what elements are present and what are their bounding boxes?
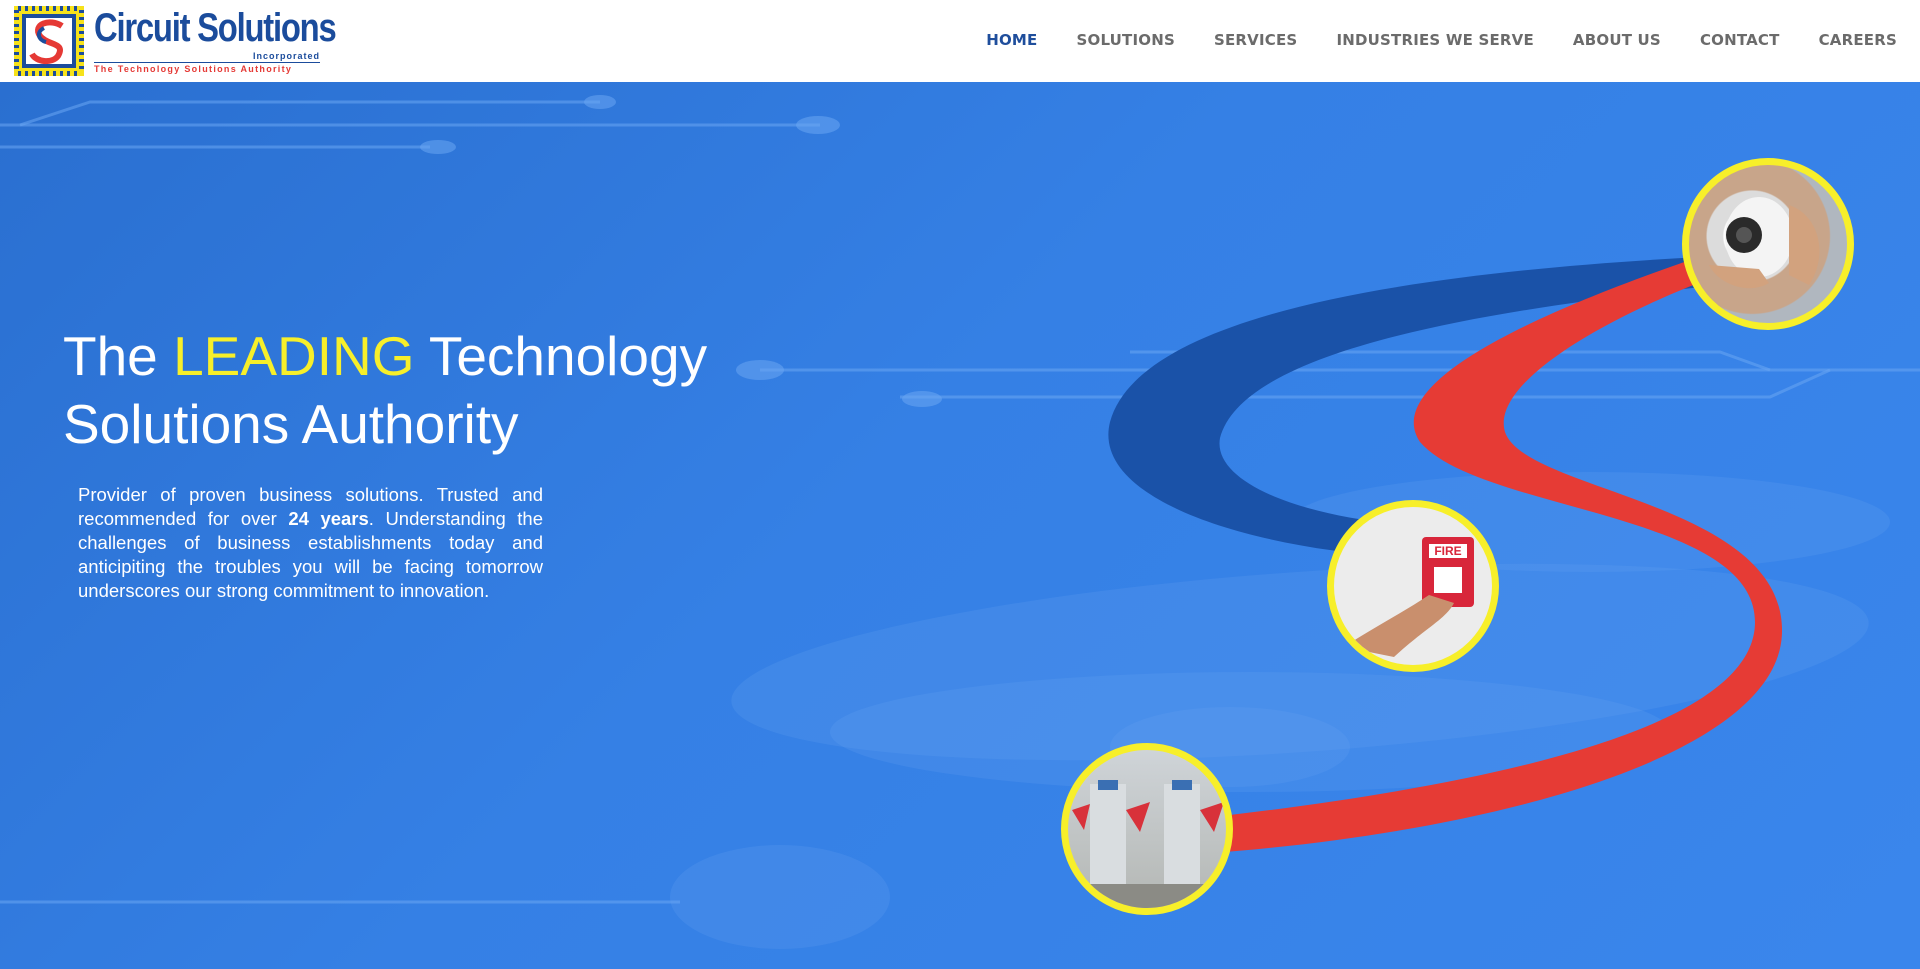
nav-about-us[interactable]: ABOUT US xyxy=(1573,29,1661,51)
site-header: Circuit Solutions Incorporated The Techn… xyxy=(0,0,1920,82)
nav-solutions[interactable]: SOLUTIONS xyxy=(1077,29,1175,51)
nav-careers[interactable]: CAREERS xyxy=(1819,29,1897,51)
hero-banner: FIRE The LEADING Technology Solutions Au… xyxy=(0,82,1920,969)
hero-headline: The LEADING Technology Solutions Authori… xyxy=(63,322,763,458)
brand-name: Circuit Solutions xyxy=(94,6,337,50)
turnstile-icon xyxy=(1068,780,1226,908)
camera-icon xyxy=(1709,197,1820,289)
headline-highlight: LEADING xyxy=(173,325,415,387)
nav-home[interactable]: HOME xyxy=(986,29,1037,51)
turnstile-gates-photo xyxy=(1061,743,1233,915)
fire-alarm-photo: FIRE xyxy=(1327,500,1499,672)
circuit-chip-logo-icon xyxy=(14,6,84,76)
brand-logo[interactable]: Circuit Solutions Incorporated The Techn… xyxy=(14,6,337,76)
nav-contact[interactable]: CONTACT xyxy=(1700,29,1780,51)
fire-alarm-icon: FIRE xyxy=(1344,537,1474,657)
main-nav: HOME SOLUTIONS SERVICES INDUSTRIES WE SE… xyxy=(947,29,1897,51)
svg-text:FIRE: FIRE xyxy=(1434,544,1461,558)
nav-industries-we-serve[interactable]: INDUSTRIES WE SERVE xyxy=(1336,29,1533,51)
headline-pre: The xyxy=(63,325,174,387)
nav-services[interactable]: SERVICES xyxy=(1214,29,1297,51)
hero-description: Provider of proven business solutions. T… xyxy=(78,483,543,603)
brand-divider xyxy=(94,62,320,63)
brand-suffix: Incorporated xyxy=(252,51,320,61)
brand-tagline: The Technology Solutions Authority xyxy=(94,64,293,74)
security-camera-photo xyxy=(1682,158,1854,330)
description-years: 24 years xyxy=(288,508,369,529)
